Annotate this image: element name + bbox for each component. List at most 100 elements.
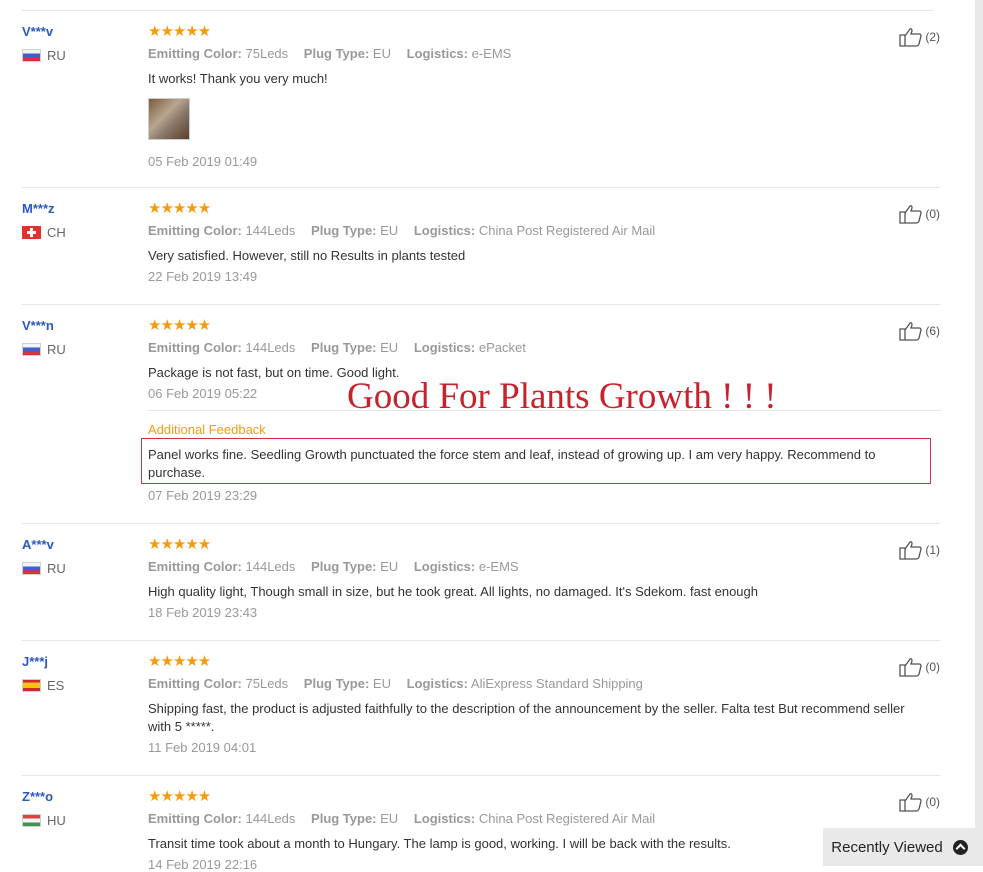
attr-label: Emitting Color: <box>148 46 242 61</box>
attr-label: Plug Type: <box>311 811 377 826</box>
attr-label: Logistics: <box>413 223 476 238</box>
plug-type-value: EU <box>372 676 391 691</box>
attr-label: Plug Type: <box>303 46 370 61</box>
reviewer-country: ES <box>22 678 64 693</box>
overlay-caption: Good For Plants Growth ! ! ! <box>347 376 777 417</box>
reviewer-country: CH <box>22 225 66 240</box>
logistics-value: e-EMS <box>478 559 519 574</box>
order-attributes: Emitting Color: 144Leds Plug Type: EU Lo… <box>148 559 928 574</box>
review-text: Very satisfied. However, still no Result… <box>148 248 466 263</box>
attr-label: Emitting Color: <box>148 676 242 691</box>
attr-label: Logistics: <box>413 559 476 574</box>
emitting-color-value: 75Leds <box>245 46 289 61</box>
reviewer-name[interactable]: J***j <box>22 654 64 669</box>
reviewer-country: RU <box>22 48 66 63</box>
attr-label: Logistics: <box>413 811 476 826</box>
emitting-color-value: 75Leds <box>245 676 289 691</box>
review-date: 18 Feb 2019 23:43 <box>148 605 258 620</box>
reviewer-name[interactable]: V***n <box>22 318 66 333</box>
attr-label: Logistics: <box>406 46 468 61</box>
page-scrollbar[interactable] <box>975 0 983 866</box>
additional-feedback-date: 07 Feb 2019 23:29 <box>148 488 258 503</box>
reviewer-info: Z***o HU <box>22 789 66 828</box>
plug-type-value: EU <box>380 811 399 826</box>
reviewer-name[interactable]: V***v <box>22 24 66 39</box>
attr-label: Plug Type: <box>303 676 370 691</box>
review-photo-thumbnail[interactable] <box>148 98 190 140</box>
helpful-button[interactable]: (0) <box>899 204 940 224</box>
helpful-button[interactable]: (1) <box>899 540 940 560</box>
additional-feedback-block: Panel works fine. Seedling Growth punctu… <box>141 438 931 484</box>
reviews-list: V***v RU ★★★★★ Emitting Color: 75Leds Pl… <box>0 0 975 872</box>
helpful-count: (0) <box>925 660 940 674</box>
thumbs-up-icon <box>899 205 922 224</box>
attr-label: Emitting Color: <box>148 340 242 355</box>
plug-type-value: EU <box>380 559 399 574</box>
country-code: HU <box>47 813 66 828</box>
helpful-count: (0) <box>925 795 940 809</box>
review-content: ★★★★★ Emitting Color: 75Leds Plug Type: … <box>148 653 928 756</box>
review-text: Transit time took about a month to Hunga… <box>148 836 731 851</box>
review-date: 22 Feb 2019 13:49 <box>148 269 258 284</box>
thumbs-up-icon <box>899 658 922 677</box>
review-date: 11 Feb 2019 04:01 <box>148 740 257 755</box>
helpful-button[interactable]: (0) <box>899 657 940 677</box>
reviewer-info: M***z CH <box>22 201 66 240</box>
recently-viewed-label: Recently Viewed <box>831 838 943 856</box>
russia-flag-icon <box>22 343 41 356</box>
highlight-box <box>141 438 931 484</box>
russia-flag-icon <box>22 49 41 62</box>
review-divider <box>22 775 940 776</box>
order-attributes: Emitting Color: 75Leds Plug Type: EU Log… <box>148 46 928 61</box>
logistics-value: China Post Registered Air Mail <box>478 223 656 238</box>
star-rating: ★★★★★ <box>148 788 211 805</box>
reviewer-country: RU <box>22 561 66 576</box>
attr-label: Logistics: <box>406 676 468 691</box>
reviewer-country: RU <box>22 342 66 357</box>
order-attributes: Emitting Color: 144Leds Plug Type: EU Lo… <box>148 811 928 826</box>
review-divider <box>22 187 940 188</box>
switzerland-flag-icon <box>22 226 41 239</box>
review-divider <box>22 640 940 641</box>
review-text: It works! Thank you very much! <box>148 71 328 86</box>
helpful-count: (0) <box>925 207 940 221</box>
reviewer-info: A***v RU <box>22 537 66 576</box>
attr-label: Emitting Color: <box>148 811 242 826</box>
helpful-button[interactable]: (6) <box>899 321 940 341</box>
emitting-color-value: 144Leds <box>245 811 296 826</box>
country-code: RU <box>47 561 66 576</box>
emitting-color-value: 144Leds <box>245 223 296 238</box>
thumbs-up-icon <box>899 793 922 812</box>
helpful-button[interactable]: (0) <box>899 792 940 812</box>
star-rating: ★★★★★ <box>148 317 211 334</box>
country-code: CH <box>47 225 66 240</box>
thumbs-up-icon <box>899 541 922 560</box>
thumbs-up-icon <box>899 322 922 341</box>
logistics-value: AliExpress Standard Shipping <box>470 676 643 691</box>
logistics-value: China Post Registered Air Mail <box>478 811 656 826</box>
chevron-up-icon <box>952 839 968 855</box>
reviewer-info: J***j ES <box>22 654 64 693</box>
star-rating: ★★★★★ <box>148 653 211 670</box>
review-text: Shipping fast, the product is adjusted f… <box>148 701 905 734</box>
helpful-count: (1) <box>925 543 940 557</box>
emitting-color-value: 144Leds <box>245 559 296 574</box>
plug-type-value: EU <box>372 46 391 61</box>
attr-label: Plug Type: <box>311 559 377 574</box>
helpful-button[interactable]: (2) <box>899 27 940 47</box>
hungary-flag-icon <box>22 814 41 827</box>
order-attributes: Emitting Color: 75Leds Plug Type: EU Log… <box>148 676 928 691</box>
russia-flag-icon <box>22 562 41 575</box>
plug-type-value: EU <box>380 223 399 238</box>
review-date: 05 Feb 2019 01:49 <box>148 154 258 169</box>
review-content: ★★★★★ Emitting Color: 75Leds Plug Type: … <box>148 24 928 169</box>
recently-viewed-button[interactable]: Recently Viewed <box>823 828 976 866</box>
logistics-value: e-EMS <box>471 46 512 61</box>
attr-label: Emitting Color: <box>148 559 242 574</box>
reviewer-name[interactable]: Z***o <box>22 789 66 804</box>
reviewer-name[interactable]: A***v <box>22 537 66 552</box>
review-date: 14 Feb 2019 22:16 <box>148 857 258 872</box>
reviewer-country: HU <box>22 813 66 828</box>
reviewer-name[interactable]: M***z <box>22 201 66 216</box>
additional-feedback-title: Additional Feedback <box>148 422 266 437</box>
